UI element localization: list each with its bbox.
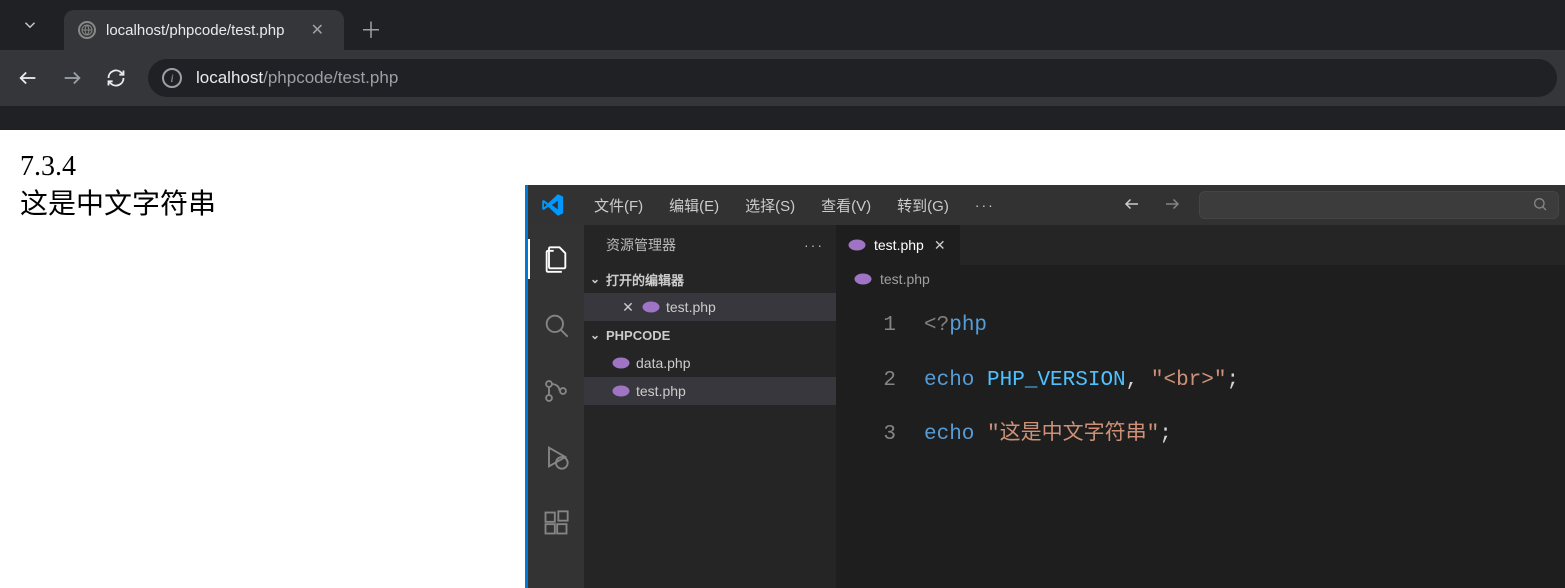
activity-extensions[interactable] (528, 499, 584, 547)
line-number: 2 (836, 354, 896, 409)
code-lines: <?php echo PHP_VERSION, "<br>"; echo "这是… (924, 299, 1565, 588)
breadcrumb[interactable]: test.php (836, 265, 1565, 293)
sidebar-more-button[interactable]: ··· (804, 237, 824, 253)
sidebar-title: 资源管理器 (606, 235, 676, 255)
activity-explorer[interactable] (528, 235, 584, 283)
window-expand-button[interactable] (10, 9, 50, 41)
open-editors-section[interactable]: ⌄ 打开的编辑器 (584, 265, 836, 293)
code-line: <?php (924, 299, 1565, 354)
code-line: echo PHP_VERSION, "<br>"; (924, 354, 1565, 409)
php-icon (612, 357, 630, 369)
reload-button[interactable] (96, 58, 136, 98)
editor-nav-forward[interactable] (1153, 189, 1191, 222)
vscode-body: 资源管理器 ··· ⌄ 打开的编辑器 ✕ test.php ⌄ PHPCODE (528, 225, 1565, 588)
output-line-1: 7.3.4 (20, 148, 1545, 186)
forward-button[interactable] (52, 58, 92, 98)
menu-go[interactable]: 转到(G) (885, 189, 961, 222)
php-icon (848, 239, 866, 251)
menu-select[interactable]: 选择(S) (733, 189, 807, 222)
open-editors-label: 打开的编辑器 (606, 270, 684, 289)
menu-view[interactable]: 查看(V) (809, 189, 883, 222)
breadcrumb-file: test.php (880, 271, 930, 287)
folder-label: PHPCODE (606, 328, 670, 343)
code-editor[interactable]: 1 2 3 <?php echo PHP_VERSION, "<br>"; ec… (836, 293, 1565, 588)
new-tab-button[interactable]: ＋ (344, 7, 398, 51)
vscode-menubar: 文件(F) 编辑(E) 选择(S) 查看(V) 转到(G) ··· (528, 185, 1565, 225)
editor-nav-back[interactable] (1113, 189, 1151, 222)
activity-source-control[interactable] (528, 367, 584, 415)
back-button[interactable] (8, 58, 48, 98)
url-path: /phpcode/test.php (263, 68, 398, 88)
command-center[interactable] (1199, 191, 1559, 219)
info-icon[interactable]: i (162, 68, 182, 88)
folder-section[interactable]: ⌄ PHPCODE (584, 321, 836, 349)
menu-file[interactable]: 文件(F) (582, 189, 655, 222)
activity-bar (528, 225, 584, 588)
php-icon (612, 385, 630, 397)
close-icon[interactable]: ✕ (932, 235, 948, 256)
close-icon[interactable]: ✕ (305, 18, 330, 42)
file-item[interactable]: data.php (584, 349, 836, 377)
tab-bar: localhost/phpcode/test.php ✕ ＋ (0, 0, 1565, 50)
editor-tab[interactable]: test.php ✕ (836, 225, 961, 265)
php-icon (854, 273, 872, 285)
chevron-down-icon: ⌄ (590, 328, 606, 342)
chevron-down-icon: ⌄ (590, 272, 606, 286)
open-editor-item[interactable]: ✕ test.php (584, 293, 836, 321)
open-editor-name: test.php (666, 299, 716, 315)
code-line: echo "这是中文字符串"; (924, 408, 1565, 463)
editor-area: test.php ✕ test.php 1 2 3 <?php echo PH (836, 225, 1565, 588)
browser-chrome: localhost/phpcode/test.php ✕ ＋ i localho… (0, 0, 1565, 130)
line-number: 3 (836, 408, 896, 463)
menu-more[interactable]: ··· (963, 191, 1007, 219)
line-gutter: 1 2 3 (836, 299, 924, 588)
globe-icon (78, 21, 96, 39)
file-name: data.php (636, 355, 691, 371)
menu-edit[interactable]: 编辑(E) (657, 189, 731, 222)
editor-tabs: test.php ✕ (836, 225, 1565, 265)
file-item[interactable]: test.php (584, 377, 836, 405)
url-host: localhost (196, 68, 263, 88)
sidebar-header: 资源管理器 ··· (584, 225, 836, 265)
activity-search[interactable] (528, 301, 584, 349)
search-icon (1532, 196, 1548, 215)
nav-bar: i localhost/phpcode/test.php (0, 50, 1565, 106)
address-bar[interactable]: i localhost/phpcode/test.php (148, 59, 1557, 97)
vscode-logo-icon (540, 192, 566, 218)
php-icon (642, 301, 660, 313)
vscode-window: 文件(F) 编辑(E) 选择(S) 查看(V) 转到(G) ··· (525, 185, 1565, 588)
file-name: test.php (636, 383, 686, 399)
explorer-sidebar: 资源管理器 ··· ⌄ 打开的编辑器 ✕ test.php ⌄ PHPCODE (584, 225, 836, 588)
line-number: 1 (836, 299, 896, 354)
browser-tab[interactable]: localhost/phpcode/test.php ✕ (64, 10, 344, 50)
tab-title: localhost/phpcode/test.php (106, 22, 284, 39)
editor-tab-name: test.php (874, 237, 924, 253)
close-icon[interactable]: ✕ (620, 299, 636, 316)
activity-debug[interactable] (528, 433, 584, 481)
